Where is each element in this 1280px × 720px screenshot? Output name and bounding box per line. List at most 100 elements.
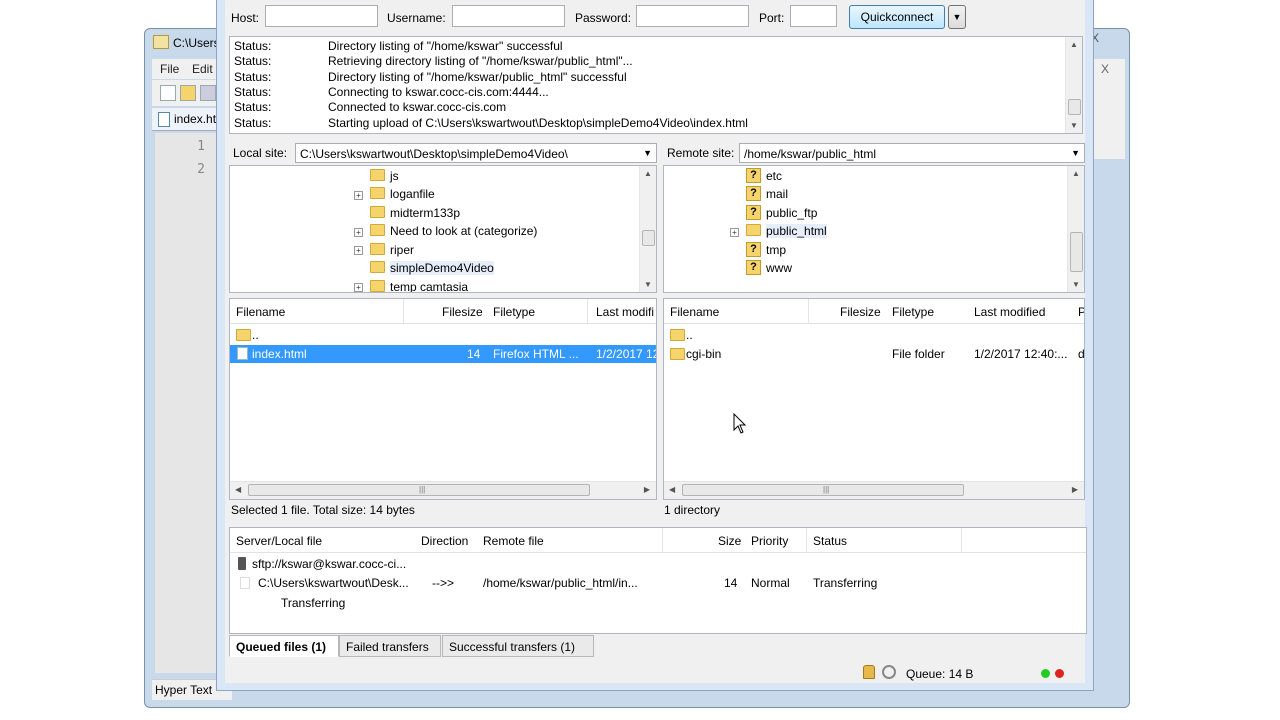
expand-icon[interactable]: + <box>354 283 363 292</box>
local-path-input[interactable]: C:\Users\kswartwout\Desktop\simpleDemo4V… <box>295 143 657 163</box>
column-status[interactable]: Status <box>813 534 847 548</box>
background-panel-close-icon[interactable]: X <box>1101 62 1109 76</box>
log-row: Status: Directory listing of "/home/kswar… <box>234 39 563 53</box>
open-folder-icon[interactable] <box>180 85 196 101</box>
tree-item-public-ftp[interactable]: ? public_ftp <box>746 204 946 222</box>
scroll-up-icon[interactable]: ▲ <box>1070 40 1078 49</box>
column-separator[interactable] <box>403 299 404 323</box>
log-scrollbar[interactable]: ▲ ▼ <box>1065 37 1082 133</box>
column-last-modified[interactable]: Last modified <box>974 305 1045 319</box>
tree-item-mail[interactable]: ? mail <box>746 185 946 203</box>
file-row-parent[interactable]: .. <box>664 326 1084 344</box>
quickconnect-history-dropdown[interactable]: ▼ <box>948 5 966 29</box>
password-label: Password: <box>575 11 632 25</box>
tree-item-riper[interactable]: riper <box>370 241 630 259</box>
tree-item-need-to-look-at[interactable]: Need to look at (categorize) <box>370 222 630 240</box>
host-input[interactable] <box>265 5 378 27</box>
remote-path-input[interactable]: /home/kswar/public_html ▼ <box>739 143 1085 163</box>
local-tree-scroll-thumb[interactable] <box>642 230 655 246</box>
line-number: 1 <box>197 139 205 154</box>
file-row-index-html[interactable]: index.html 14 Firefox HTML ... 1/2/2017 … <box>230 345 656 363</box>
menu-file[interactable]: File <box>160 62 179 76</box>
column-size[interactable]: Size <box>718 534 741 548</box>
scroll-down-icon[interactable]: ▼ <box>1072 280 1080 289</box>
chevron-down-icon[interactable]: ▼ <box>1071 148 1080 158</box>
column-separator[interactable] <box>808 299 809 323</box>
scroll-down-icon[interactable]: ▼ <box>644 280 652 289</box>
column-permissions[interactable]: P <box>1078 305 1084 319</box>
new-file-icon[interactable] <box>160 85 176 101</box>
expand-icon[interactable]: + <box>354 191 363 200</box>
username-input[interactable] <box>452 5 565 27</box>
local-list-header: Filename Filesize Filetype Last modifi <box>230 299 656 324</box>
scroll-up-icon[interactable]: ▲ <box>1072 169 1080 178</box>
remote-list-scroll-thumb[interactable]: ||| <box>682 484 964 496</box>
column-filetype[interactable]: Filetype <box>892 305 934 319</box>
tree-item-midterm133p[interactable]: midterm133p <box>370 204 630 222</box>
scroll-left-icon[interactable]: ◀ <box>235 485 241 494</box>
scroll-right-icon[interactable]: ▶ <box>1072 485 1078 494</box>
folder-icon <box>670 329 685 341</box>
column-filename[interactable]: Filename <box>236 305 285 319</box>
speed-limit-icon[interactable] <box>882 665 896 679</box>
scroll-right-icon[interactable]: ▶ <box>644 485 650 494</box>
tree-item-etc[interactable]: ? etc <box>746 167 946 185</box>
background-window-title[interactable]: C:\Users <box>153 35 220 50</box>
tab-queued-files[interactable]: Queued files (1) <box>229 635 339 657</box>
remote-directory-tree: ? etc ? mail ? public_ftp + public_html ? tm… <box>663 165 1085 293</box>
tree-item-loganfile[interactable]: loganfile <box>370 185 630 203</box>
chevron-down-icon[interactable]: ▼ <box>643 148 652 158</box>
mouse-cursor-icon <box>733 413 747 434</box>
file-row-parent[interactable]: .. <box>230 326 656 344</box>
quickconnect-button[interactable]: Quickconnect <box>849 5 945 29</box>
queue-file-row[interactable]: C:\Users\kswartwout\Desk... -->> /home/k… <box>230 574 1086 592</box>
column-filesize[interactable]: Filesize <box>840 305 881 319</box>
save-icon[interactable] <box>200 85 216 101</box>
column-priority[interactable]: Priority <box>751 534 788 548</box>
tree-item-simpledemo4video[interactable]: simpleDemo4Video <box>370 259 500 277</box>
folder-icon <box>370 280 385 292</box>
scroll-down-icon[interactable]: ▼ <box>1070 121 1078 130</box>
expand-icon[interactable]: + <box>730 228 739 237</box>
local-list-hscrollbar[interactable]: ◀ ||| ▶ <box>230 481 656 499</box>
column-filesize[interactable]: Filesize <box>442 305 483 319</box>
remote-file-list: Filename Filesize Filetype Last modified… <box>663 298 1085 500</box>
scroll-up-icon[interactable]: ▲ <box>644 169 652 178</box>
column-separator[interactable] <box>806 528 807 552</box>
html-file-icon <box>237 347 248 360</box>
port-input[interactable] <box>790 5 837 27</box>
tree-item-js[interactable]: js <box>370 167 630 185</box>
folder-icon <box>370 261 385 273</box>
expand-icon[interactable]: + <box>354 246 363 255</box>
file-row-cgi-bin[interactable]: cgi-bin File folder 1/2/2017 12:40:... d <box>664 345 1084 363</box>
remote-tree-scroll-thumb[interactable] <box>1070 232 1083 272</box>
column-last-modified[interactable]: Last modifi <box>596 305 654 319</box>
queue-server-row[interactable]: sftp://kswar@kswar.cocc-ci... <box>230 555 1086 573</box>
remote-list-hscrollbar[interactable]: ◀ ||| ▶ <box>664 481 1084 499</box>
log-scroll-thumb[interactable] <box>1068 99 1081 115</box>
local-list-scroll-thumb[interactable]: ||| <box>248 484 590 496</box>
remote-tree-scrollbar[interactable]: ▲ ▼ <box>1067 166 1084 292</box>
password-input[interactable] <box>636 5 749 27</box>
scroll-left-icon[interactable]: ◀ <box>669 485 675 494</box>
column-remote-file[interactable]: Remote file <box>483 534 544 548</box>
tab-successful-transfers[interactable]: Successful transfers (1) <box>442 635 594 657</box>
tab-failed-transfers[interactable]: Failed transfers <box>339 635 441 657</box>
local-tree-scrollbar[interactable]: ▲ ▼ <box>639 166 656 292</box>
tree-item-public-html[interactable]: public_html <box>746 222 836 240</box>
tree-item-temp-camtasia[interactable]: temp camtasia <box>370 278 630 292</box>
menu-edit[interactable]: Edit <box>192 62 213 76</box>
tree-item-www[interactable]: ? www <box>746 259 946 277</box>
column-separator[interactable] <box>662 528 663 552</box>
column-separator[interactable] <box>961 528 962 552</box>
expand-icon[interactable]: + <box>354 228 363 237</box>
column-filetype[interactable]: Filetype <box>493 305 535 319</box>
folder-icon <box>370 169 385 181</box>
column-direction[interactable]: Direction <box>421 534 468 548</box>
unknown-folder-icon: ? <box>746 168 761 183</box>
column-filename[interactable]: Filename <box>670 305 719 319</box>
column-server-local-file[interactable]: Server/Local file <box>236 534 322 548</box>
tree-item-tmp[interactable]: ? tmp <box>746 241 946 259</box>
column-separator[interactable] <box>587 299 588 323</box>
folder-icon <box>670 348 685 360</box>
